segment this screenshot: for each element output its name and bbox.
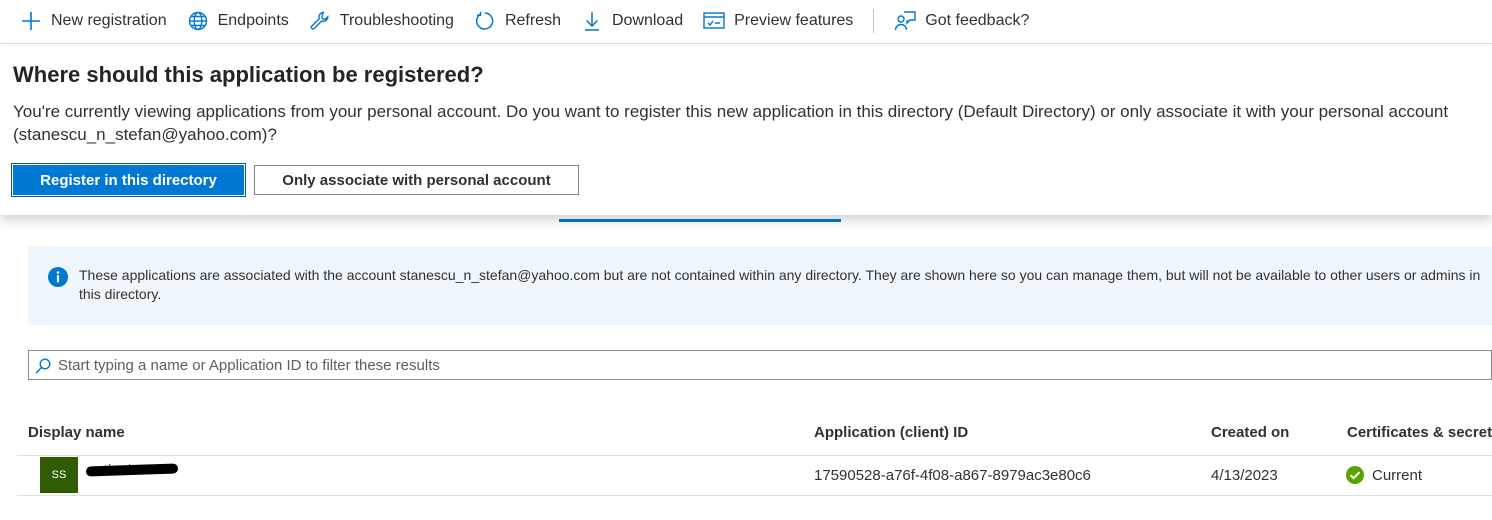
app-created-on: 4/13/2023 (1211, 467, 1278, 484)
certificates-status-label: Current (1372, 466, 1423, 484)
refresh-label: Refresh (504, 12, 561, 29)
plus-icon (20, 10, 42, 32)
associate-personal-account-button[interactable]: Only associate with personal account (254, 165, 579, 195)
filter-box[interactable] (28, 350, 1492, 380)
feedback-icon (894, 10, 916, 32)
command-bar: New registration Endpoints Troubleshooti… (0, 0, 1492, 42)
troubleshooting-label: Troubleshooting (339, 12, 454, 29)
download-button[interactable]: Download (581, 10, 683, 32)
wrench-icon (309, 10, 331, 32)
troubleshooting-button[interactable]: Troubleshooting (309, 10, 454, 32)
check-circle-icon (1346, 466, 1364, 484)
register-in-directory-button[interactable]: Register in this directory (11, 163, 246, 197)
registration-location-flyout: Where should this application be registe… (0, 43, 1492, 215)
flyout-title: Where should this application be registe… (13, 62, 484, 87)
info-banner: These applications are associated with t… (28, 246, 1492, 325)
download-icon (581, 10, 603, 32)
endpoints-label: Endpoints (217, 12, 289, 29)
certificates-status: Current (1346, 466, 1422, 484)
filter-input[interactable] (58, 354, 1458, 376)
info-banner-text: These applications are associated with t… (79, 267, 1481, 302)
got-feedback-button[interactable]: Got feedback? (894, 10, 1029, 32)
app-client-id: 17590528-a76f-4f08-a867-8979ac3e80c6 (814, 467, 1091, 484)
toolbar-divider (873, 9, 875, 33)
download-label: Download (611, 12, 684, 29)
new-registration-label: New registration (51, 12, 167, 29)
table-row: SS outlook 17590528-a76f-4f08-a867-8979a… (17, 456, 1492, 496)
preview-features-label: Preview features (734, 12, 854, 29)
preview-icon (703, 10, 725, 32)
table-header: Display name Application (client) ID Cre… (17, 414, 1492, 456)
got-feedback-label: Got feedback? (925, 12, 1030, 29)
redaction-mark (85, 463, 179, 477)
column-header-created-on[interactable]: Created on (1211, 424, 1289, 441)
refresh-icon (474, 10, 496, 32)
preview-features-button[interactable]: Preview features (703, 10, 853, 32)
column-header-client-id[interactable]: Application (client) ID (814, 424, 968, 441)
column-header-display-name[interactable]: Display name (28, 424, 125, 441)
new-registration-button[interactable]: New registration (20, 10, 167, 32)
flyout-message: You're currently viewing applications fr… (13, 102, 1449, 144)
search-icon (35, 358, 51, 379)
refresh-button[interactable]: Refresh (474, 10, 561, 32)
info-icon (48, 267, 68, 287)
selected-tab-indicator (559, 219, 841, 222)
column-header-certificates[interactable]: Certificates & secrets (1347, 424, 1492, 441)
app-avatar: SS (40, 457, 78, 493)
endpoints-button[interactable]: Endpoints (187, 10, 289, 32)
globe-icon (187, 10, 209, 32)
